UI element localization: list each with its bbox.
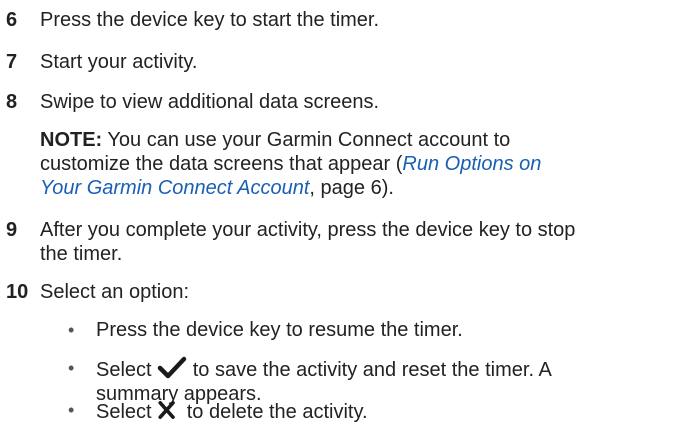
note-text-line2: customize the data screens that appear ( [40, 153, 403, 175]
option-pre: Select [96, 401, 152, 423]
checkmark-icon [157, 356, 187, 379]
bullet: • [68, 358, 75, 378]
option-text: Select to delete the activity. [96, 398, 666, 424]
note-text-line1: You can use your Garmin Connect account … [107, 129, 511, 151]
step-number: 6 [6, 9, 18, 31]
option-post-line1: to save the activity and reset the timer… [192, 359, 552, 381]
step-number: 9 [6, 219, 18, 241]
step-text: Start your activity. [40, 51, 198, 73]
step-text-line2: the timer. [40, 243, 123, 265]
run-options-link-cont[interactable]: Your Garmin Connect Account [40, 177, 309, 199]
step-text: Select an option: [40, 281, 189, 303]
step-text-line1: After you complete your activity, press … [40, 219, 576, 241]
step-number: 7 [6, 51, 18, 73]
option-post: to delete the activity. [186, 401, 368, 423]
option-pre: Select [96, 359, 152, 381]
option-text: Press the device key to resume the timer… [96, 319, 463, 341]
note-tail: , page 6). [309, 177, 394, 199]
step-number: 10 [6, 281, 29, 303]
run-options-link[interactable]: Run Options on [402, 153, 541, 175]
note-block: NOTE: You can use your Garmin Connect ac… [40, 128, 630, 200]
x-icon [158, 400, 175, 419]
bullet: • [68, 400, 75, 420]
step-text: After you complete your activity, press … [40, 218, 670, 266]
note-label: NOTE: [40, 129, 103, 151]
step-text: Press the device key to start the timer. [40, 9, 380, 31]
step-number: 8 [6, 91, 18, 113]
bullet: • [68, 320, 75, 340]
step-text: Swipe to view additional data screens. [40, 91, 380, 113]
